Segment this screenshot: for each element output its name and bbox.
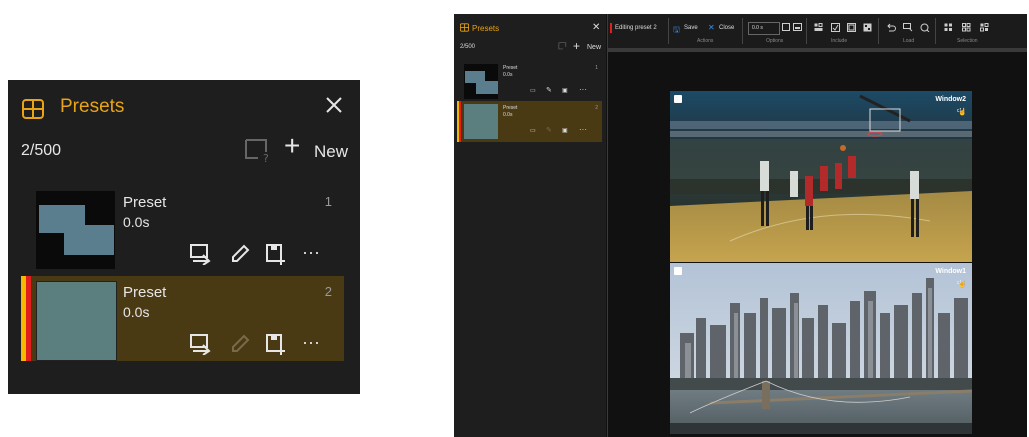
selection-group-label: Selection <box>957 38 978 44</box>
preset-count: 2/500 <box>21 142 62 159</box>
checkbox-icon[interactable] <box>782 23 790 31</box>
preset-index: 2 <box>595 105 598 111</box>
edit-preset-icon <box>229 333 251 355</box>
presets-sidebar: Presets ✕ 2/500 + New Preset 0.0s 1 ▭ ✎ … <box>454 14 606 437</box>
plus-icon[interactable]: + <box>573 39 580 53</box>
close-icon[interactable] <box>324 95 344 115</box>
preset-duration: 0.0s <box>503 112 513 118</box>
preset-name: Preset <box>503 65 518 71</box>
preset-thumbnail <box>464 104 498 139</box>
preset-count: 2/500 <box>460 44 476 50</box>
add-from-selection-icon[interactable] <box>558 42 568 51</box>
toolbar-separator <box>935 18 936 44</box>
preset-name: Preset <box>503 105 518 111</box>
save-preset-icon[interactable]: ▣ <box>562 87 568 94</box>
window-label: Window2 <box>935 96 966 103</box>
preset-name: Preset <box>123 284 167 301</box>
more-options-icon[interactable]: ··· <box>302 243 320 261</box>
include-content-icon[interactable] <box>831 23 840 32</box>
preset-index: 1 <box>595 65 598 71</box>
options-group-label: Options <box>766 38 784 44</box>
more-options-icon[interactable]: ··· <box>579 85 587 94</box>
load-preset-icon[interactable] <box>189 243 213 265</box>
duration-input[interactable]: 0.0 s <box>748 22 780 35</box>
close-button[interactable]: Close <box>719 25 734 31</box>
preset-card-selected[interactable]: Preset 0.0s 2 ··· <box>21 276 344 361</box>
actions-group-label: Actions <box>697 38 714 44</box>
select-all-icon[interactable] <box>944 23 953 32</box>
city-image <box>670 263 972 434</box>
load-group-label: Load <box>903 38 915 44</box>
preset-name: Preset <box>123 194 167 211</box>
toolbar-separator <box>878 18 879 44</box>
window-checkbox[interactable] <box>674 267 682 275</box>
window-checkbox[interactable] <box>674 95 682 103</box>
save-icon[interactable]: 🖫 <box>673 24 680 38</box>
load-preset-icon[interactable] <box>189 333 213 355</box>
editing-indicator <box>26 276 31 361</box>
presets-icon <box>22 99 44 119</box>
load-preset-icon[interactable]: ▭ <box>530 87 536 94</box>
window-label: Window1 <box>935 268 966 275</box>
include-layout-icon[interactable] <box>814 23 823 32</box>
panel-title: Presets <box>472 24 500 33</box>
load-snapshot-icon[interactable] <box>920 23 930 32</box>
edit-preset-icon: ✎ <box>546 127 552 134</box>
more-options-icon[interactable]: ··· <box>302 333 320 351</box>
close-icon[interactable]: ✕ <box>592 22 600 33</box>
preset-card-selected[interactable]: Preset 0.0s 2 ▭ ✎ ▣ ··· <box>457 101 602 142</box>
add-from-selection-icon[interactable]: ? <box>244 138 272 164</box>
preset-thumbnail <box>36 281 117 361</box>
panel-divider <box>607 14 608 437</box>
include-window-icon[interactable] <box>847 23 856 32</box>
preset-duration: 0.0s <box>503 72 513 78</box>
editing-label: Editing preset 2 <box>615 25 657 31</box>
include-source-icon[interactable] <box>863 23 872 32</box>
presets-panel-zoom: Presets 2/500 ? + New Preset 0.0s 1 ··· … <box>8 80 360 394</box>
duration-value: 0.0 s <box>752 25 763 31</box>
toolbar-separator <box>742 18 743 44</box>
more-options-icon[interactable]: ··· <box>579 125 587 134</box>
preset-card[interactable]: Preset 0.0s 1 ··· <box>21 186 344 271</box>
toolbar-separator <box>806 18 807 44</box>
save-button[interactable]: Save <box>684 25 698 31</box>
select-none-icon[interactable] <box>962 23 971 32</box>
editing-indicator <box>610 23 612 33</box>
save-preset-icon[interactable]: ▣ <box>562 127 568 134</box>
window-city[interactable]: Window1 c1 ☝ <box>670 263 972 434</box>
new-preset-button[interactable]: New <box>314 142 348 162</box>
toolbar-separator <box>668 18 669 44</box>
basketball-image <box>670 91 972 262</box>
close-icon[interactable]: ✕ <box>708 23 715 32</box>
select-invert-icon[interactable] <box>980 23 989 32</box>
preset-thumbnail <box>464 64 498 99</box>
edit-preset-icon[interactable] <box>229 243 251 265</box>
preset-duration: 0.0s <box>123 304 150 320</box>
panel-title: Presets <box>60 96 125 117</box>
touch-icon: ☝ <box>958 281 967 288</box>
presets-icon <box>460 23 469 32</box>
load-preset-icon[interactable] <box>903 23 913 32</box>
preset-index: 1 <box>324 194 332 209</box>
new-preset-button[interactable]: New <box>587 44 601 51</box>
preset-index: 2 <box>324 284 332 299</box>
window-basketball[interactable]: Window2 c1 ☝ <box>670 91 972 262</box>
save-preset-icon[interactable] <box>265 333 287 355</box>
preset-editor-app: Presets ✕ 2/500 + New Preset 0.0s 1 ▭ ✎ … <box>454 14 1027 437</box>
svg-text:?: ? <box>263 152 269 164</box>
editor-toolbar: Editing preset 2 🖫 Save ✕ Close Actions … <box>607 14 1027 48</box>
save-preset-icon[interactable] <box>265 243 287 265</box>
preset-card[interactable]: Preset 0.0s 1 ▭ ✎ ▣ ··· <box>457 61 602 102</box>
preset-duration: 0.0s <box>123 214 150 230</box>
load-preset-icon[interactable]: ▭ <box>530 127 536 134</box>
preset-thumbnail <box>36 191 115 269</box>
edit-preset-icon[interactable]: ✎ <box>546 86 552 94</box>
load-undo-icon[interactable] <box>886 23 896 32</box>
touch-icon: ☝ <box>958 109 967 116</box>
plus-icon[interactable]: + <box>284 132 300 160</box>
layout-icon[interactable] <box>793 23 802 31</box>
canvas-ruler <box>607 48 1027 52</box>
editing-indicator <box>459 101 461 142</box>
include-group-label: Include <box>831 38 848 44</box>
